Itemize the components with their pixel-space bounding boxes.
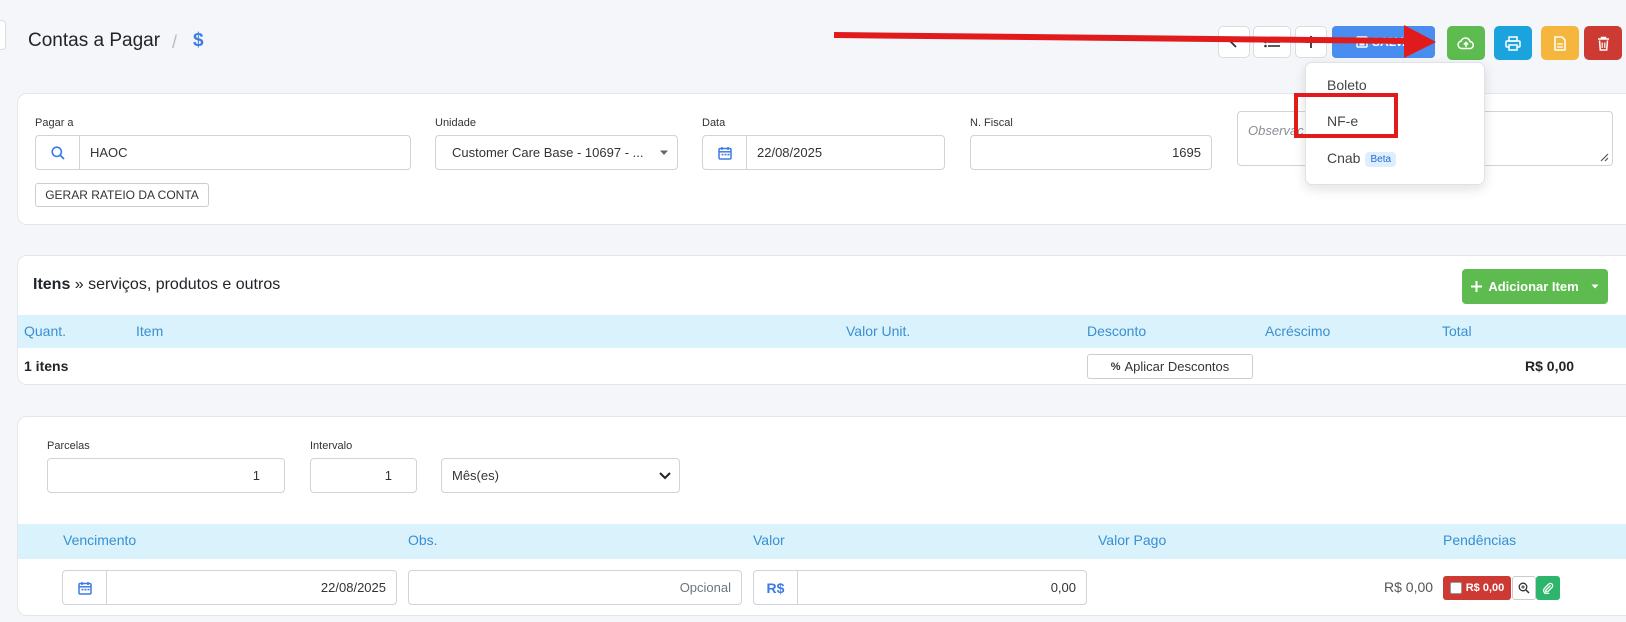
annotation-highlight-box [1294, 93, 1398, 138]
